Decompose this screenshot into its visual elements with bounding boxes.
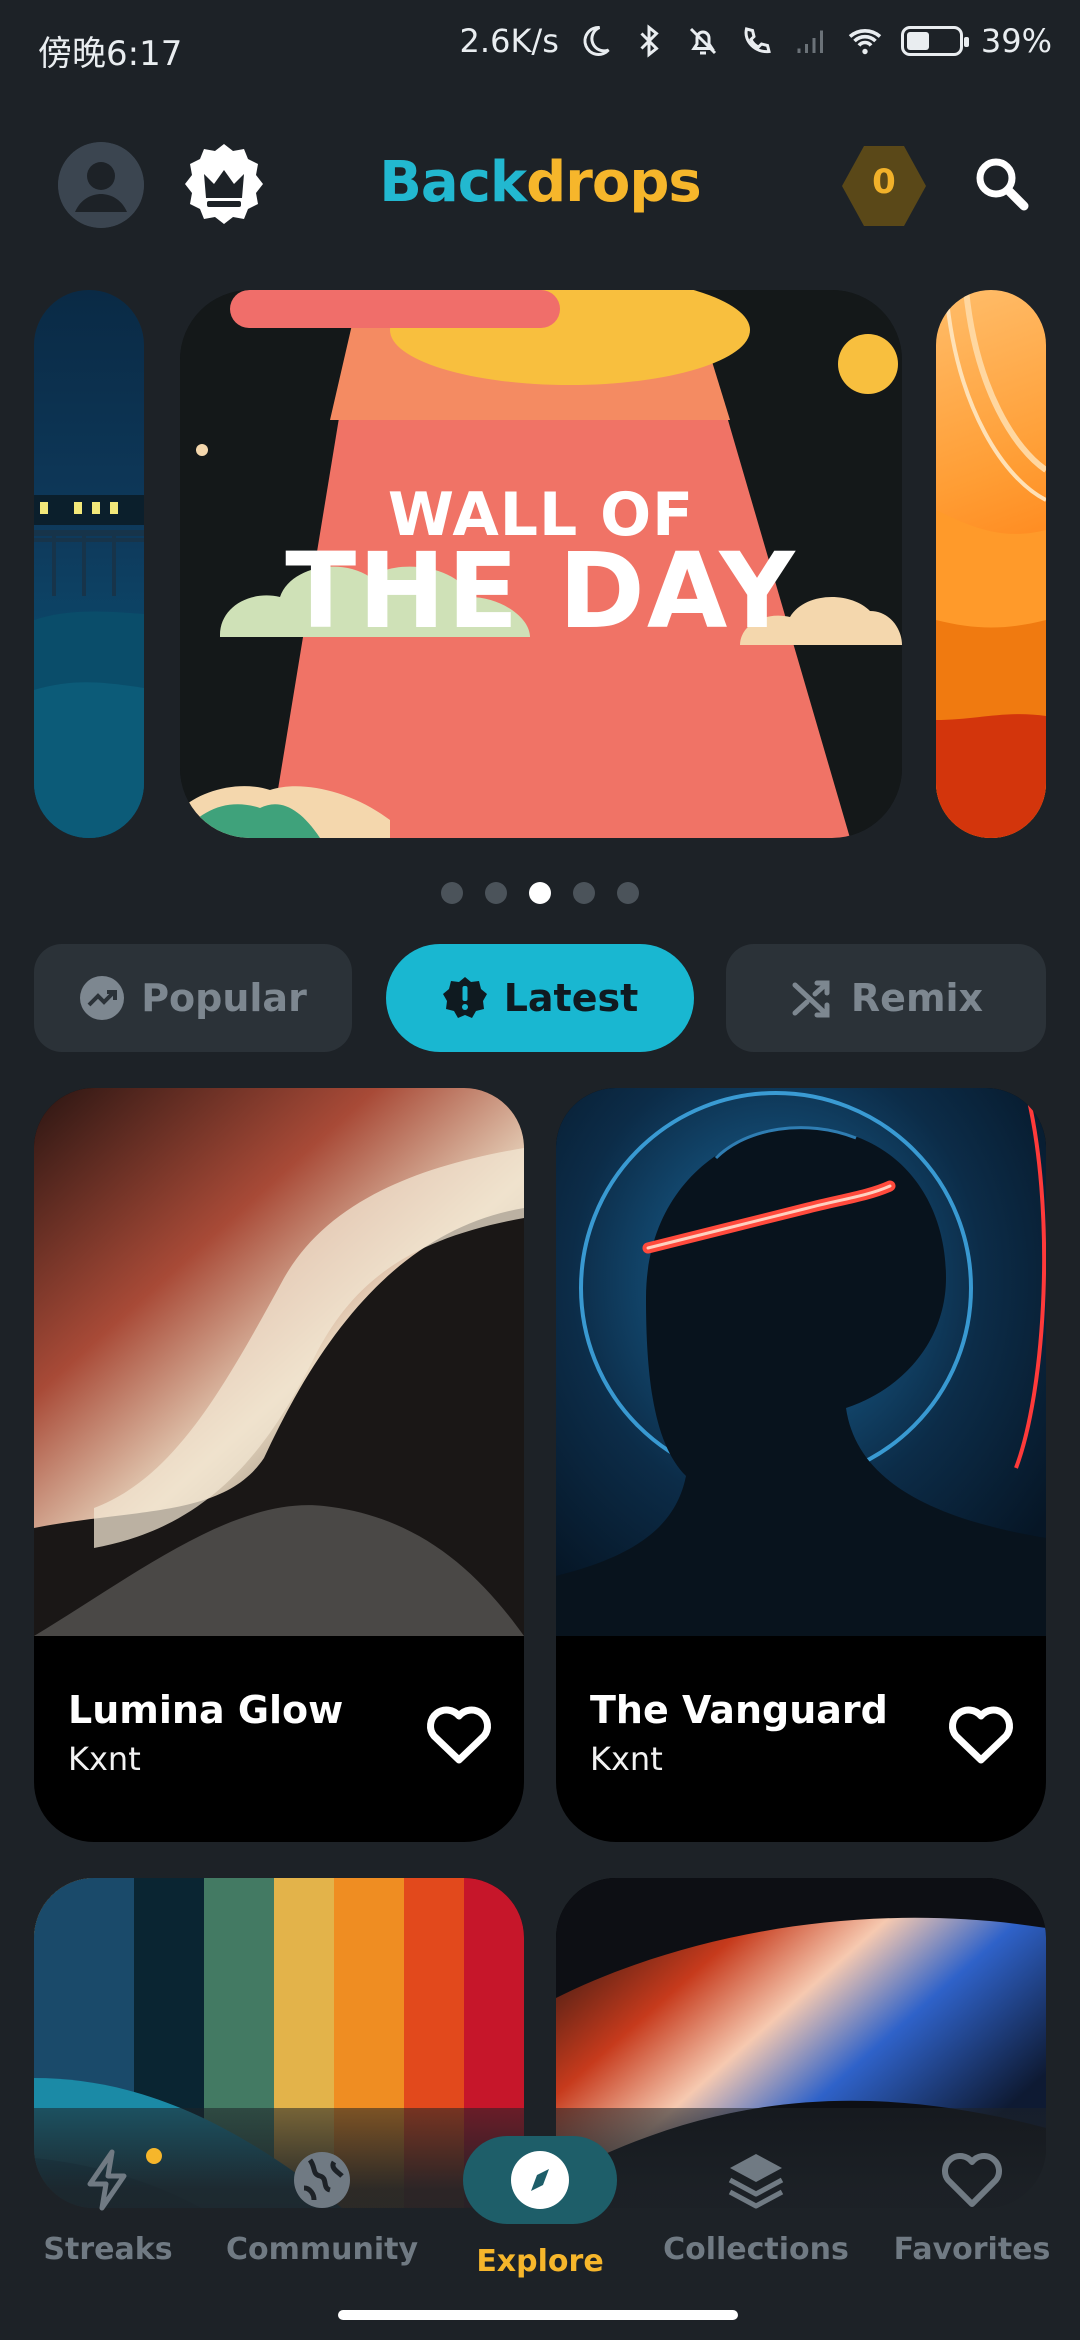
explore-pill bbox=[463, 2136, 617, 2224]
status-time: 傍晚6:17 bbox=[38, 34, 183, 74]
compass-icon bbox=[511, 2151, 569, 2209]
wifi-icon bbox=[848, 29, 882, 55]
wall-of-the-day-banner[interactable]: WALL OF THE DAY bbox=[180, 290, 902, 838]
nav-favorites[interactable]: Favorites bbox=[872, 2148, 1072, 2267]
layers-icon bbox=[728, 2154, 784, 2209]
lightning-icon bbox=[87, 2149, 127, 2211]
network-speed: 2.6K/s bbox=[459, 22, 559, 60]
home-indicator[interactable] bbox=[338, 2310, 738, 2320]
brand-part-1: Back bbox=[379, 150, 527, 215]
wallpaper-title: Lumina Glow bbox=[68, 1688, 344, 1732]
status-bar: 傍晚6:17 2.6K/s 39% bbox=[0, 0, 1080, 96]
moon-icon bbox=[583, 25, 610, 56]
orange-waves-image bbox=[936, 290, 1046, 838]
heart-icon[interactable] bbox=[424, 1700, 494, 1770]
tab-latest[interactable]: Latest bbox=[386, 944, 694, 1052]
carousel-dot[interactable] bbox=[617, 882, 639, 904]
heart-icon[interactable] bbox=[946, 1700, 1016, 1770]
tab-popular[interactable]: Popular bbox=[34, 944, 352, 1052]
shuffle-icon bbox=[792, 980, 830, 1018]
globe-icon bbox=[294, 2152, 350, 2208]
heart-icon bbox=[942, 2153, 1002, 2207]
tab-label: Latest bbox=[503, 976, 639, 1020]
bottom-navigation: Streaks Community Explore Collections Fa… bbox=[0, 2108, 1080, 2340]
nav-label: Favorites bbox=[893, 2232, 1051, 2267]
nav-streaks[interactable]: Streaks bbox=[8, 2148, 208, 2267]
night-bridge-image bbox=[34, 495, 144, 838]
nav-label: Collections bbox=[663, 2232, 849, 2267]
search-icon[interactable] bbox=[972, 154, 1032, 214]
carousel-dot-active[interactable] bbox=[529, 882, 551, 904]
trending-up-icon bbox=[80, 976, 125, 1020]
banner-line-2: THE DAY bbox=[285, 530, 797, 652]
bluetooth-icon bbox=[640, 24, 659, 58]
wallpaper-card[interactable]: The Vanguard Kxnt bbox=[556, 1088, 1046, 1842]
wallpaper-card[interactable]: Lumina Glow Kxnt bbox=[34, 1088, 524, 1842]
app-header: Backdrops 0 bbox=[0, 130, 1080, 240]
badge-alert-icon bbox=[442, 977, 487, 1018]
nav-label: Explore bbox=[476, 2244, 604, 2279]
tab-label: Popular bbox=[141, 976, 307, 1020]
carousel-dot[interactable] bbox=[485, 882, 507, 904]
nav-explore[interactable]: Explore bbox=[440, 2136, 640, 2279]
carousel-indicator bbox=[0, 882, 1080, 904]
wallpaper-image bbox=[34, 1088, 524, 1636]
tab-label: Remix bbox=[850, 976, 984, 1020]
battery-icon bbox=[900, 26, 969, 56]
signal-icon bbox=[797, 30, 823, 53]
notification-dot bbox=[146, 2148, 162, 2164]
carousel-dot[interactable] bbox=[441, 882, 463, 904]
carousel-dot[interactable] bbox=[573, 882, 595, 904]
coin-count: 0 bbox=[872, 162, 896, 202]
wallpaper-author: Kxnt bbox=[590, 1740, 663, 1778]
brand-part-2: drops bbox=[526, 150, 702, 215]
bell-off-icon bbox=[689, 27, 716, 55]
status-icons: 2.6K/s 39% bbox=[460, 22, 1052, 60]
carousel-prev-wallpaper[interactable] bbox=[34, 290, 144, 838]
nav-collections[interactable]: Collections bbox=[656, 2148, 856, 2267]
coin-balance[interactable]: 0 bbox=[838, 140, 930, 232]
nav-community[interactable]: Community bbox=[222, 2148, 422, 2267]
nav-label: Streaks bbox=[43, 2232, 173, 2267]
nav-label: Community bbox=[225, 2232, 419, 2267]
call-icon bbox=[744, 27, 771, 54]
tab-remix[interactable]: Remix bbox=[726, 944, 1046, 1052]
wallpaper-author: Kxnt bbox=[68, 1740, 141, 1778]
wallpaper-image bbox=[556, 1088, 1046, 1636]
carousel-next-wallpaper[interactable] bbox=[936, 290, 1046, 838]
wallpaper-title: The Vanguard bbox=[590, 1688, 888, 1732]
battery-percent: 39% bbox=[980, 22, 1052, 60]
